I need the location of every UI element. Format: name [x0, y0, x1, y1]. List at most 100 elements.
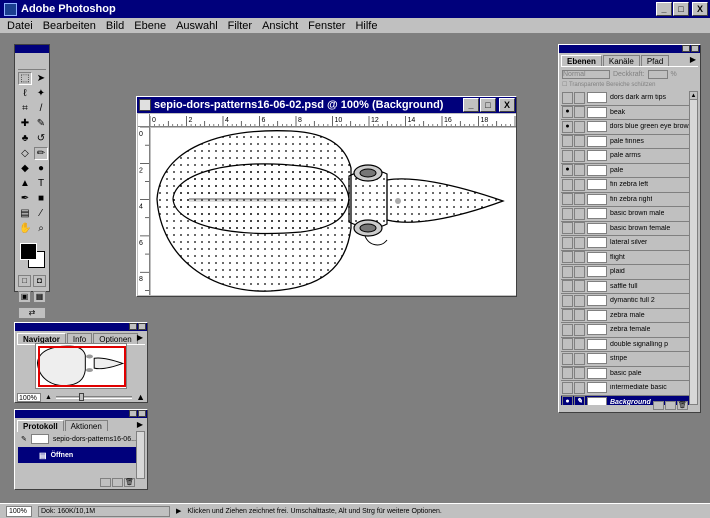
text-tool-icon[interactable]: T — [34, 177, 48, 190]
layer-row[interactable]: basic pale — [561, 366, 691, 381]
new-snapshot-icon[interactable] — [112, 478, 123, 487]
layers-title-bar[interactable] — [559, 45, 700, 53]
eye-icon[interactable] — [562, 236, 573, 249]
brush-icon[interactable] — [574, 149, 585, 162]
status-zoom-field[interactable]: 100% — [6, 505, 32, 517]
layers-menu-arrow-icon[interactable]: ▶ — [690, 55, 696, 64]
burn-tool-icon[interactable]: ● — [34, 162, 48, 175]
preserve-transparency-checkbox[interactable]: ☐ Transparente Bereiche schützen — [559, 80, 700, 90]
eyedropper-tool-icon[interactable]: ⁄ — [34, 207, 48, 220]
history-scrollbar[interactable] — [136, 431, 145, 479]
brush-icon[interactable] — [574, 309, 585, 322]
brush-icon[interactable] — [574, 323, 585, 336]
blend-mode-select[interactable]: Normal — [562, 69, 610, 79]
brush-icon[interactable] — [574, 178, 585, 191]
healing-tool-icon[interactable]: ✚ — [18, 117, 32, 130]
layer-row[interactable]: intermediate basic — [561, 381, 691, 396]
history-title-bar[interactable] — [15, 410, 147, 418]
eye-icon[interactable] — [562, 323, 573, 336]
menu-ebene[interactable]: Ebene — [129, 20, 171, 32]
eye-icon[interactable] — [562, 294, 573, 307]
brush-icon[interactable] — [574, 251, 585, 264]
history-snapshot[interactable]: ✎ sepio-dors-patterns16-06... — [18, 431, 138, 447]
layer-row[interactable]: dymantic full 2 — [561, 294, 691, 309]
standard-mode-icon[interactable]: □ — [18, 275, 31, 287]
notes-tool-icon[interactable]: ▤ — [18, 207, 32, 220]
layer-row[interactable]: ● pale — [561, 163, 691, 178]
navigator-view-box[interactable] — [38, 346, 126, 387]
brush-icon[interactable] — [574, 280, 585, 293]
shape-tool-icon[interactable]: ■ — [34, 192, 48, 205]
scroll-up-arrow-icon[interactable]: ▲ — [690, 92, 697, 100]
image-canvas[interactable] — [151, 128, 516, 295]
layers-close-button[interactable] — [691, 45, 699, 52]
stamp-tool-icon[interactable]: ♣ — [18, 132, 32, 145]
eraser-tool-icon[interactable]: ◇ — [18, 147, 32, 160]
opacity-field[interactable] — [647, 69, 668, 79]
history-brush-tool-icon[interactable]: ↺ — [34, 132, 48, 145]
menu-datei[interactable]: Datei — [2, 20, 38, 32]
layer-row[interactable]: plaid — [561, 265, 691, 280]
delete-layer-icon[interactable]: 🗑 — [677, 401, 688, 410]
brush-icon[interactable]: ✎ — [574, 396, 585, 405]
pencil-tool-icon[interactable]: ✏ — [34, 147, 48, 160]
navigator-close-button[interactable] — [138, 323, 146, 330]
eye-icon[interactable]: ● — [562, 106, 573, 119]
eye-icon[interactable] — [562, 251, 573, 264]
eye-icon[interactable] — [562, 352, 573, 365]
layer-row[interactable]: double signalling p — [561, 337, 691, 352]
history-menu-arrow-icon[interactable]: ▶ — [137, 420, 143, 429]
layers-scrollbar[interactable]: ▲ — [689, 91, 698, 405]
navigator-zoom-field[interactable]: 100% — [17, 392, 41, 402]
eye-icon[interactable]: ● — [562, 396, 573, 405]
brush-icon[interactable] — [573, 120, 585, 133]
menu-fenster[interactable]: Fenster — [303, 20, 350, 32]
navigator-title-bar[interactable] — [15, 323, 147, 331]
eye-icon[interactable] — [562, 193, 573, 206]
history-minimize-button[interactable] — [129, 410, 137, 417]
eye-icon[interactable] — [562, 178, 573, 191]
navigator-menu-arrow-icon[interactable]: ▶ — [137, 333, 143, 342]
menu-hilfe[interactable]: Hilfe — [350, 20, 382, 32]
brush-tool-icon[interactable]: ✎ — [34, 117, 48, 130]
layer-row[interactable]: basic brown female — [561, 221, 691, 236]
eye-icon[interactable] — [562, 265, 573, 278]
screen-mode-icon[interactable]: ▣ — [18, 291, 31, 303]
menu-filter[interactable]: Filter — [223, 20, 257, 32]
eye-icon[interactable] — [562, 381, 573, 394]
maximize-button[interactable]: □ — [673, 2, 689, 16]
layer-row[interactable]: dors dark arm tips — [561, 91, 691, 106]
toolbox-title-bar[interactable] — [15, 45, 49, 53]
move-tool-icon[interactable]: ➤ — [34, 72, 48, 85]
brush-icon[interactable] — [574, 135, 585, 148]
document-title-bar[interactable]: sepio-dors-patterns16-06-02.psd @ 100% (… — [137, 97, 516, 113]
tab-pfad[interactable]: Pfad — [640, 55, 670, 66]
menu-bearbeiten[interactable]: Bearbeiten — [38, 20, 101, 32]
eye-icon[interactable] — [562, 367, 573, 380]
brush-icon[interactable] — [574, 381, 585, 394]
marquee-tool-icon[interactable]: ⬚ — [18, 72, 32, 85]
brush-icon[interactable] — [574, 91, 585, 104]
brush-icon[interactable] — [574, 222, 585, 235]
layer-row[interactable]: saffle full — [561, 279, 691, 294]
eye-icon[interactable] — [562, 280, 573, 293]
path-selection-tool-icon[interactable]: ▲ — [18, 177, 32, 190]
layer-row[interactable]: fin zebra right — [561, 192, 691, 207]
layer-row[interactable]: flight — [561, 250, 691, 265]
layer-row[interactable]: basic brown male — [561, 207, 691, 222]
slice-tool-icon[interactable]: / — [34, 102, 48, 115]
eye-icon[interactable] — [562, 309, 573, 322]
brush-icon[interactable] — [574, 352, 585, 365]
brush-icon[interactable] — [574, 367, 585, 380]
vertical-ruler[interactable]: 0 2 4 6 8 — [138, 127, 150, 295]
layer-row[interactable]: pale arms — [561, 149, 691, 164]
quickmask-mode-icon[interactable]: ◘ — [33, 275, 46, 287]
trash-icon[interactable]: 🗑 — [124, 478, 135, 487]
tab-ebenen[interactable]: Ebenen — [561, 55, 602, 66]
foreground-color-swatch[interactable] — [20, 243, 37, 260]
lasso-tool-icon[interactable]: ℓ — [18, 87, 32, 100]
brush-icon[interactable] — [574, 193, 585, 206]
layer-row[interactable]: zebra female — [561, 323, 691, 338]
horizontal-ruler[interactable]: 02468101214161820 — [150, 114, 516, 127]
eye-icon[interactable]: ● — [562, 120, 573, 133]
